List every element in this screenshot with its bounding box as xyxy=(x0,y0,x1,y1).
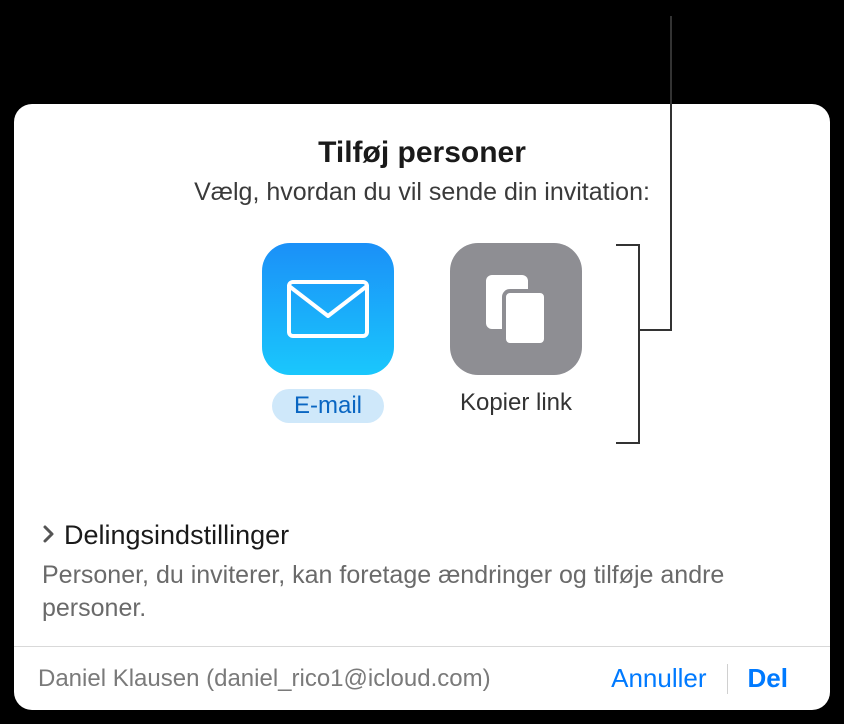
footer-actions: Annuller Del xyxy=(591,661,808,696)
callout-line xyxy=(640,329,672,331)
sharing-settings-description: Personer, du inviterer, kan foretage ænd… xyxy=(42,559,802,627)
sharing-settings-label: Delingsindstillinger xyxy=(64,520,289,551)
share-button[interactable]: Del xyxy=(728,661,808,696)
copy-icon xyxy=(450,243,582,375)
email-option-label: E-mail xyxy=(272,389,384,423)
invitation-options: E-mail Kopier link xyxy=(42,243,802,423)
share-dialog: Tilføj personer Vælg, hvordan du vil sen… xyxy=(14,104,830,710)
dialog-content: Tilføj personer Vælg, hvordan du vil sen… xyxy=(14,104,830,646)
user-info: Daniel Klausen (daniel_rico1@icloud.com) xyxy=(38,665,491,693)
dialog-footer: Daniel Klausen (daniel_rico1@icloud.com)… xyxy=(14,646,830,710)
mail-icon xyxy=(262,243,394,375)
sharing-settings-toggle[interactable]: Delingsindstillinger xyxy=(42,520,802,551)
email-option[interactable]: E-mail xyxy=(262,243,394,423)
callout-bracket xyxy=(616,244,640,444)
copy-link-option-label: Kopier link xyxy=(460,389,572,417)
dialog-subtitle: Vælg, hvordan du vil sende din invitatio… xyxy=(42,178,802,207)
chevron-right-icon xyxy=(42,520,56,551)
copy-link-option[interactable]: Kopier link xyxy=(450,243,582,423)
cancel-button[interactable]: Annuller xyxy=(591,661,726,696)
callout-line xyxy=(670,16,672,330)
dialog-title: Tilføj personer xyxy=(42,136,802,170)
sharing-settings-section: Delingsindstillinger Personer, du invite… xyxy=(42,520,802,627)
